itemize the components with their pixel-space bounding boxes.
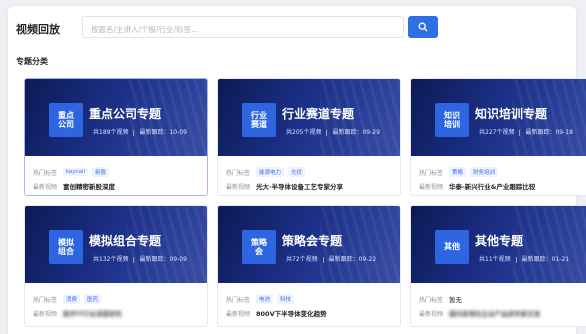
last-updated: 最新跟踪：09-18 (525, 129, 573, 136)
card-meta: 共72个视频 最新跟踪：09-22 (286, 254, 376, 263)
latest-video-label: 最新视频 (226, 183, 251, 191)
search-button[interactable] (408, 16, 438, 38)
meta-divider (519, 129, 521, 136)
hot-tags-row: 热门标签 能源电力 光伏 (226, 167, 309, 177)
meta-divider (326, 129, 328, 136)
card-title: 模拟组合专题 (89, 234, 162, 248)
hot-tags-label: 热门标签 (226, 169, 251, 177)
card-meta: 共11个视频 最新跟踪：01-21 (479, 254, 569, 263)
last-updated: 最新跟踪：09-09 (139, 256, 187, 263)
card-title: 重点公司专题 (89, 107, 162, 121)
tag-chip[interactable]: 新股 (92, 167, 110, 177)
hot-tags-label: 热门标签 (419, 169, 444, 177)
card-meta: 共132个视频 最新跟踪：09-09 (93, 254, 187, 263)
meta-divider (322, 256, 324, 263)
latest-video-link[interactable]: 医疗IT行业深度研究 (63, 308, 122, 318)
topic-card-other[interactable]: 其他 其他专题 共11个视频 最新跟踪：01-21 热门标签 暂无 最新视频 国内… (410, 205, 586, 327)
latest-video-link[interactable]: 国内某领先企业产品线专家交流 (449, 308, 540, 318)
tag-chip[interactable]: 财务培训 (470, 167, 499, 177)
latest-video-link[interactable]: 光大·半导体设备工艺专家分享 (256, 181, 343, 191)
card-badge: 策略 会 (242, 230, 276, 264)
card-badge: 行业 赛道 (242, 103, 276, 137)
latest-video-row: 最新视频 800V下半导体变化趋势 (226, 308, 327, 318)
latest-video-row: 最新视频 国内某领先企业产品线专家交流 (419, 308, 540, 318)
card-title: 行业赛道专题 (282, 107, 355, 121)
hot-tags-row: 热门标签 暂无 (419, 294, 462, 304)
topic-card-knowledge-training[interactable]: 知识 培训 知识培训专题 共227个视频 最新跟踪：09-18 热门标签 策略 财务… (410, 78, 586, 196)
video-count: 共72个视频 (286, 256, 318, 263)
latest-video-label: 最新视频 (419, 310, 444, 318)
video-count: 共11个视频 (479, 256, 511, 263)
latest-video-label: 最新视频 (33, 310, 58, 318)
card-banner: 其他 其他专题 共11个视频 最新跟踪：01-21 (411, 206, 586, 283)
tag-chip[interactable]: 策略 (449, 167, 467, 177)
latest-video-row: 最新视频 华泰-新兴行业&产业跟踪比较 (419, 181, 535, 191)
card-badge: 知识 培训 (435, 103, 469, 137)
search-icon (418, 22, 428, 32)
video-count: 共227个视频 (479, 129, 515, 136)
card-banner: 重点 公司 重点公司专题 共189个视频 最新跟踪：10-09 (25, 79, 207, 156)
section-title: 专题分类 (16, 57, 48, 66)
latest-video-link[interactable]: 华泰-新兴行业&产业跟踪比较 (449, 181, 535, 191)
latest-video-label: 最新视频 (33, 183, 58, 191)
card-badge: 其他 (435, 230, 469, 264)
card-meta: 共205个视频 最新跟踪：09-29 (286, 127, 380, 136)
tag-chip[interactable]: 消费 (63, 294, 81, 304)
tag-chip[interactable]: keycall (63, 168, 89, 176)
latest-video-row: 最新视频 医疗IT行业深度研究 (33, 308, 122, 318)
meta-divider (515, 256, 517, 263)
card-badge: 重点 公司 (49, 103, 83, 137)
card-title: 其他专题 (475, 234, 524, 248)
card-banner: 模拟 组合 模拟组合专题 共132个视频 最新跟踪：09-09 (25, 206, 207, 283)
card-meta: 共189个视频 最新跟踪：10-09 (93, 127, 187, 136)
video-count: 共205个视频 (286, 129, 322, 136)
topic-card-simulated-portfolio[interactable]: 模拟 组合 模拟组合专题 共132个视频 最新跟踪：09-09 热门标签 消费 医药… (24, 205, 208, 327)
meta-divider (133, 129, 135, 136)
last-updated: 最新跟踪：09-29 (332, 129, 380, 136)
hot-tags-label: 热门标签 (33, 296, 58, 304)
topic-card-industry-track[interactable]: 行业 赛道 行业赛道专题 共205个视频 最新跟踪：09-29 热门标签 能源电力… (217, 78, 401, 196)
last-updated: 最新跟踪：09-22 (328, 256, 377, 263)
search-input[interactable] (83, 19, 403, 40)
hot-tags-label: 热门标签 (33, 169, 58, 177)
hot-tags-label: 热门标签 (226, 296, 251, 304)
last-updated: 最新跟踪：01-21 (521, 256, 570, 263)
latest-video-row: 最新视频 富创精密新股深度 (33, 181, 115, 191)
topic-card-strategy-meeting[interactable]: 策略 会 策略会专题 共72个视频 最新跟踪：09-22 热门标签 电池 科技 最新… (217, 205, 401, 327)
latest-video-link[interactable]: 富创精密新股深度 (63, 181, 115, 191)
tag-chip[interactable]: 电池 (256, 294, 274, 304)
latest-video-row: 最新视频 光大·半导体设备工艺专家分享 (226, 181, 343, 191)
tag-chip[interactable]: 医药 (84, 294, 102, 304)
card-meta: 共227个视频 最新跟踪：09-18 (479, 127, 573, 136)
card-banner: 行业 赛道 行业赛道专题 共205个视频 最新跟踪：09-29 (218, 79, 400, 156)
card-banner: 策略 会 策略会专题 共72个视频 最新跟踪：09-22 (218, 206, 400, 283)
hot-tags-row: 热门标签 策略 财务培训 (419, 167, 502, 177)
latest-video-label: 最新视频 (419, 183, 444, 191)
latest-video-link[interactable]: 800V下半导体变化趋势 (256, 308, 327, 318)
topic-card-key-companies[interactable]: 重点 公司 重点公司专题 共189个视频 最新跟踪：10-09 热门标签 keyc… (24, 78, 208, 196)
last-updated: 最新跟踪：10-09 (139, 129, 187, 136)
tags-empty: 暂无 (449, 296, 463, 304)
tag-chip[interactable]: 光伏 (288, 167, 306, 177)
video-count: 共189个视频 (93, 129, 129, 136)
card-title: 知识培训专题 (475, 107, 548, 121)
card-banner: 知识 培训 知识培训专题 共227个视频 最新跟踪：09-18 (411, 79, 586, 156)
hot-tags-row: 热门标签 keycall 新股 (33, 167, 113, 177)
hot-tags-row: 热门标签 电池 科技 (226, 294, 298, 304)
latest-video-label: 最新视频 (226, 310, 251, 318)
tag-chip[interactable]: 能源电力 (256, 167, 285, 177)
card-badge: 模拟 组合 (49, 230, 83, 264)
card-title: 策略会专题 (282, 234, 343, 248)
meta-divider (133, 256, 135, 263)
page-title: 视频回放 (16, 23, 60, 36)
hot-tags-row: 热门标签 消费 医药 (33, 294, 105, 304)
video-count: 共132个视频 (93, 256, 129, 263)
tag-chip[interactable]: 科技 (277, 294, 295, 304)
hot-tags-label: 热门标签 (419, 296, 444, 304)
search-box (82, 16, 404, 40)
